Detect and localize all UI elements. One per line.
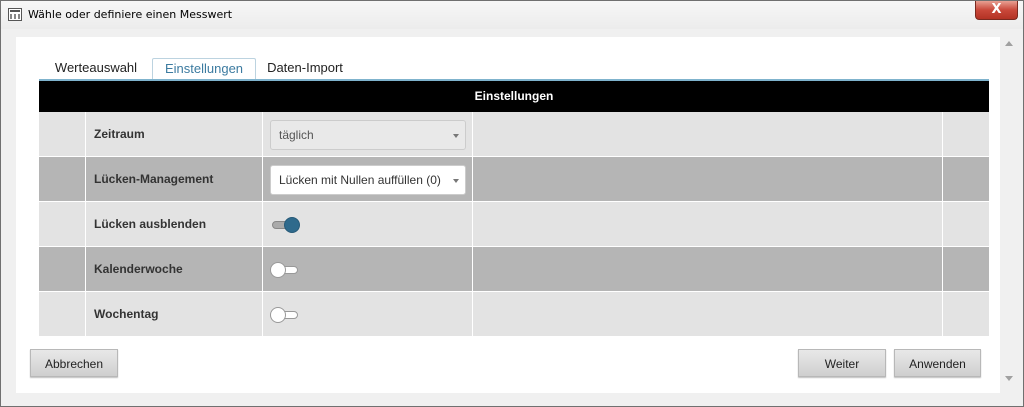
table-row: Zeitraum täglich [39, 112, 989, 157]
row-spacer-cell [39, 247, 86, 291]
luecken-management-select-value: Lücken mit Nullen auffüllen (0) [279, 173, 441, 187]
scroll-up-arrow-icon[interactable] [1005, 41, 1013, 46]
tab-einstellungen[interactable]: Einstellungen [152, 58, 256, 80]
row-spacer-cell [39, 202, 86, 246]
next-button[interactable]: Weiter [798, 349, 886, 377]
row-empty-cell [473, 247, 943, 291]
setting-label-zeitraum: Zeitraum [94, 127, 145, 141]
wochentag-toggle[interactable] [270, 306, 302, 324]
title-bar[interactable]: Wähle oder definiere einen Messwert X [1, 1, 1023, 29]
vertical-scrollbar[interactable] [1001, 37, 1018, 393]
table-row: Lücken-Management Lücken mit Nullen auff… [39, 157, 989, 202]
row-empty-cell [473, 157, 943, 201]
row-spacer-cell [39, 157, 86, 201]
toggle-knob [270, 262, 286, 278]
cancel-button[interactable]: Abbrechen [30, 349, 118, 377]
chevron-down-icon [453, 134, 459, 138]
toggle-knob [284, 217, 300, 233]
row-end-cell [943, 247, 989, 291]
row-label-cell: Lücken ausblenden [86, 202, 263, 246]
row-spacer-cell [39, 292, 86, 336]
table-header: Einstellungen [39, 81, 989, 112]
tab-daten-import[interactable]: Daten-Import [260, 58, 350, 80]
scroll-down-arrow-icon[interactable] [1005, 376, 1013, 381]
row-end-cell [943, 157, 989, 201]
setting-label-wochentag: Wochentag [94, 307, 159, 321]
table-row: Wochentag [39, 292, 989, 337]
window-title: Wähle oder definiere einen Messwert [28, 8, 233, 21]
table-icon [8, 8, 22, 21]
kalenderwoche-toggle[interactable] [270, 261, 302, 279]
tab-werteauswahl[interactable]: Werteauswahl [44, 58, 148, 80]
setting-label-kalenderwoche: Kalenderwoche [94, 262, 183, 276]
setting-label-luecken-management: Lücken-Management [94, 172, 214, 186]
row-label-cell: Wochentag [86, 292, 263, 336]
dialog-window: Wähle oder definiere einen Messwert X We… [0, 0, 1024, 407]
row-label-cell: Kalenderwoche [86, 247, 263, 291]
row-empty-cell [473, 202, 943, 246]
row-empty-cell [473, 112, 943, 156]
setting-label-luecken-ausblenden: Lücken ausblenden [94, 217, 207, 231]
row-end-cell [943, 112, 989, 156]
table-row: Kalenderwoche [39, 247, 989, 292]
row-empty-cell [473, 292, 943, 336]
table-row: Lücken ausblenden [39, 202, 989, 247]
row-end-cell [943, 202, 989, 246]
row-control-cell [263, 202, 473, 246]
luecken-ausblenden-toggle[interactable] [270, 216, 302, 234]
row-control-cell: Lücken mit Nullen auffüllen (0) [263, 157, 473, 201]
row-label-cell: Zeitraum [86, 112, 263, 156]
toggle-knob [270, 307, 286, 323]
zeitraum-select-value: täglich [279, 128, 314, 142]
settings-table: Einstellungen Zeitraum täglich Lücken-Ma… [39, 81, 989, 337]
row-control-cell [263, 292, 473, 336]
row-end-cell [943, 292, 989, 336]
row-control-cell: täglich [263, 112, 473, 156]
row-label-cell: Lücken-Management [86, 157, 263, 201]
row-control-cell [263, 247, 473, 291]
luecken-management-select[interactable]: Lücken mit Nullen auffüllen (0) [270, 165, 466, 195]
zeitraum-select[interactable]: täglich [270, 120, 466, 150]
close-button[interactable]: X [975, 1, 1018, 20]
content-panel: Werteauswahl Einstellungen Daten-Import … [16, 37, 1000, 393]
apply-button[interactable]: Anwenden [894, 349, 981, 377]
row-spacer-cell [39, 112, 86, 156]
chevron-down-icon [453, 179, 459, 183]
dialog-body: Werteauswahl Einstellungen Daten-Import … [8, 29, 1018, 400]
